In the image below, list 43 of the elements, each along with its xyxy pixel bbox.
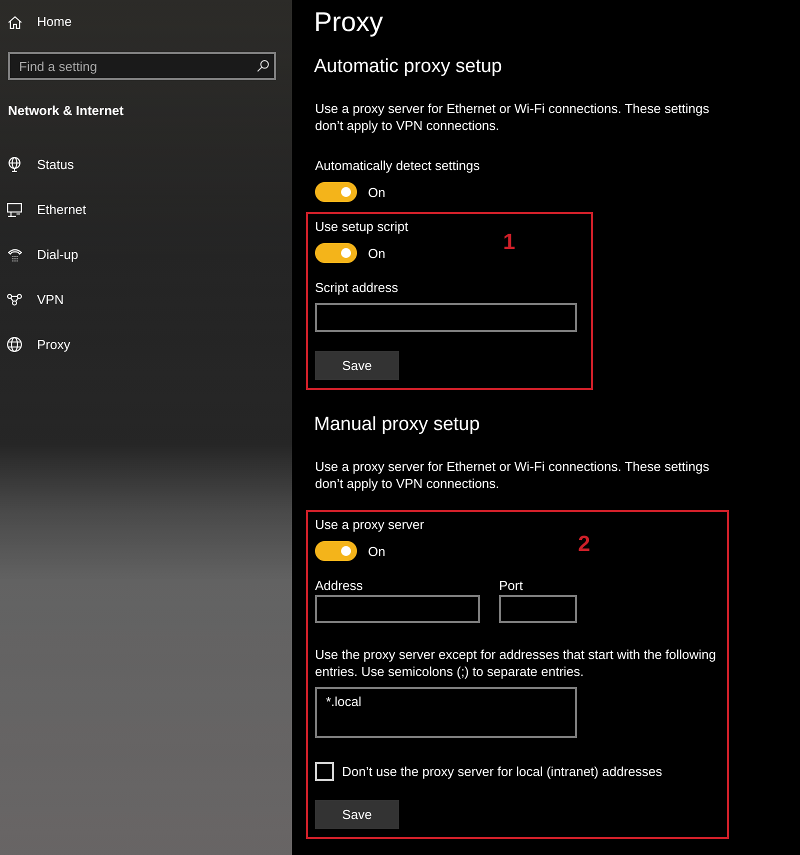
toggle-state-label: On: [368, 244, 386, 262]
toggle-state-label: On: [368, 542, 386, 560]
field-label: Address: [315, 577, 364, 594]
checkbox-label: Don’t use the proxy server for local (intranet) addresses: [342, 763, 662, 780]
text-input-field[interactable]: [499, 595, 577, 623]
save-button[interactable]: Save: [315, 800, 399, 829]
exceptions-text-area[interactable]: *.local: [315, 687, 577, 738]
nav-item[interactable]: Proxy: [7, 322, 70, 367]
section-description: Use a proxy server for Ethernet or Wi-Fi connections. These settings don’t apply to VPN connections.: [315, 458, 710, 492]
section-description: Use a proxy server for Ethernet or Wi-Fi connections. These settings don’t apply to VPN connections.: [315, 100, 710, 134]
text-input-field[interactable]: [315, 595, 480, 623]
toggle-switch[interactable]: [315, 182, 357, 202]
field-label: Script address: [315, 279, 400, 296]
search-field[interactable]: Find a setting: [8, 52, 276, 80]
toggle-switch[interactable]: [315, 541, 357, 561]
annotation-number: 2: [578, 532, 590, 556]
toggle-switch[interactable]: [315, 243, 357, 263]
globe-icon: [7, 337, 22, 352]
monitor-icon: [7, 202, 22, 216]
section-heading: Automatic proxy setup: [314, 55, 503, 79]
phone-icon: [8, 248, 22, 262]
page-title: Proxy: [314, 6, 384, 38]
home-link[interactable]: Home: [8, 12, 72, 32]
nav-item[interactable]: Dial-up: [7, 232, 78, 277]
nav-item[interactable]: VPN: [7, 277, 64, 322]
save-button[interactable]: Save: [315, 351, 399, 380]
text-input-field[interactable]: [315, 303, 577, 332]
category-title: Network & Internet: [8, 102, 125, 119]
setting-label: Automatically detect settings: [315, 157, 481, 174]
annotation-number: 1: [503, 230, 516, 254]
home-icon: [8, 16, 22, 28]
nav-item[interactable]: Status: [7, 142, 74, 187]
field-label: Port: [499, 577, 524, 594]
toggle-state-label: On: [368, 184, 386, 200]
field-description: Use the proxy server except for addresses that start with the following entries. Use semicolons (;) to separate entries.: [315, 646, 718, 680]
nav-item[interactable]: Ethernet: [7, 187, 86, 232]
setting-label: Use setup script: [315, 218, 410, 235]
globe-monitor-icon: [7, 157, 22, 172]
setting-label: Use a proxy server: [315, 516, 426, 533]
section-heading: Manual proxy setup: [314, 413, 481, 437]
checkbox[interactable]: [315, 762, 334, 781]
linked-rings-icon: [7, 293, 22, 306]
search-icon: [257, 60, 269, 72]
